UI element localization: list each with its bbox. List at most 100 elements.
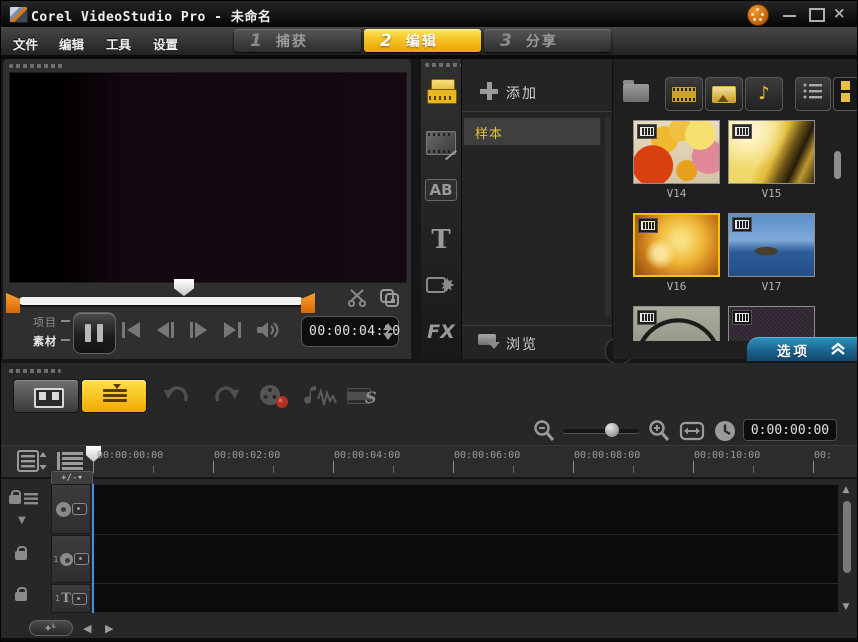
- graphics-icon[interactable]: [425, 273, 457, 303]
- minimize-button[interactable]: [783, 15, 796, 17]
- panel-grip[interactable]: [425, 63, 461, 67]
- zoom-out-button[interactable]: [532, 419, 556, 443]
- options-button[interactable]: 选项: [747, 337, 858, 361]
- app-icon: [9, 6, 28, 23]
- timeline-view-button[interactable]: [81, 379, 147, 413]
- zoom-in-button[interactable]: [647, 419, 671, 443]
- category-item-sample[interactable]: 样本: [463, 117, 601, 146]
- playhead-line[interactable]: [92, 484, 94, 613]
- video-preview: [9, 72, 407, 283]
- timeline-scrollbar-thumb[interactable]: [843, 501, 851, 573]
- import-folder-icon[interactable]: [623, 84, 649, 102]
- menu-tools[interactable]: 工具: [106, 34, 131, 53]
- scroll-right-button[interactable]: ▶: [105, 622, 113, 635]
- expand-tracks-icon[interactable]: ▼: [18, 515, 26, 526]
- panel-grip[interactable]: [9, 64, 63, 68]
- timeline-zoom-slider[interactable]: [563, 429, 639, 433]
- trim-start-handle[interactable]: [6, 293, 20, 313]
- timecode-up-icon[interactable]: [383, 323, 393, 330]
- project-mode-label[interactable]: 项目: [33, 314, 57, 330]
- menu-file[interactable]: 文件: [13, 34, 38, 53]
- media-library-icon[interactable]: [425, 77, 457, 105]
- clip-mode-label[interactable]: 素材: [33, 333, 57, 349]
- track-list-icon[interactable]: [57, 451, 83, 471]
- list-view-button[interactable]: [795, 77, 831, 111]
- timeline-tracks-area[interactable]: [91, 484, 839, 613]
- gallery-scrollbar[interactable]: [834, 151, 841, 179]
- filter-videos-button[interactable]: [665, 77, 703, 111]
- timeline-ruler[interactable]: 00:00:00:00 00:00:02:00 00:00:04:00 00:0…: [1, 445, 858, 479]
- clip-thumbnail-partial[interactable]: [633, 306, 720, 341]
- panel-grip[interactable]: [9, 369, 61, 373]
- transitions-icon[interactable]: AB: [425, 181, 457, 199]
- timeline-icon: [103, 389, 127, 403]
- video-track-button[interactable]: [51, 484, 91, 534]
- maximize-button[interactable]: [809, 8, 825, 22]
- tab-share[interactable]: 3 分享: [484, 29, 611, 52]
- timeline-section: S 0:00:00:00: [1, 363, 858, 642]
- step-forward-button[interactable]: [187, 318, 211, 342]
- list-view-icon: [803, 82, 823, 100]
- add-button[interactable]: 添加: [462, 73, 612, 112]
- pause-button[interactable]: [73, 312, 116, 354]
- filter-photos-button[interactable]: [705, 77, 743, 111]
- track-manager-icon[interactable]: [17, 449, 47, 473]
- filter-audio-button[interactable]: ♪: [745, 77, 783, 111]
- scroll-down-icon[interactable]: ▼: [839, 602, 853, 612]
- overlay-track-button[interactable]: 1: [51, 535, 91, 583]
- instant-project-icon[interactable]: [425, 131, 457, 155]
- scroll-left-button[interactable]: ◀: [83, 622, 91, 635]
- add-chapter-button[interactable]: +ᴸ: [29, 620, 73, 636]
- video-badge-icon: [732, 124, 752, 139]
- browse-arrow-icon: [488, 342, 500, 349]
- timeline-timecode[interactable]: 0:00:00:00: [743, 419, 837, 441]
- scrubber-marker[interactable]: [174, 279, 194, 296]
- menu-edit[interactable]: 编辑: [59, 34, 84, 53]
- timecode-down-icon[interactable]: [383, 333, 393, 340]
- duration-clock-icon[interactable]: [713, 419, 737, 443]
- step-back-button[interactable]: [153, 318, 177, 342]
- titles-icon[interactable]: T: [425, 225, 457, 255]
- record-capture-button[interactable]: [257, 383, 291, 411]
- clip-thumbnail-partial[interactable]: [728, 306, 815, 341]
- auto-music-button[interactable]: S: [345, 383, 377, 409]
- tab-edit[interactable]: 2 编辑: [364, 29, 481, 52]
- add-remove-track-button[interactable]: +/-▾: [51, 471, 93, 484]
- ripple-edit-all-toggle[interactable]: [9, 493, 38, 505]
- plus-icon: [480, 82, 498, 100]
- end-button[interactable]: [221, 318, 245, 342]
- menu-settings[interactable]: 设置: [153, 34, 178, 53]
- filters-icon[interactable]: FX: [425, 321, 457, 343]
- title-track-button[interactable]: 1 T: [51, 584, 91, 613]
- scrubber-track[interactable]: [19, 297, 303, 305]
- preview-timecode[interactable]: 00:00:04:20: [301, 316, 399, 347]
- video-badge-icon: [637, 310, 657, 325]
- track-visibility-icon: [72, 593, 87, 605]
- sound-mixer-button[interactable]: [303, 383, 339, 411]
- video-track-icon: [56, 502, 71, 517]
- clip-thumbnail-v15[interactable]: [728, 120, 815, 184]
- scroll-up-icon[interactable]: ▲: [839, 485, 853, 495]
- ripple-edit-title-toggle[interactable]: [15, 592, 27, 601]
- cut-icon[interactable]: [347, 288, 369, 308]
- redo-button[interactable]: [213, 383, 240, 409]
- enlarge-preview-icon[interactable]: [379, 288, 401, 308]
- close-button[interactable]: ×: [833, 4, 846, 22]
- ripple-edit-overlay-toggle[interactable]: [15, 551, 27, 560]
- volume-icon[interactable]: [255, 318, 283, 342]
- zoom-slider-thumb[interactable]: [605, 423, 619, 437]
- tab-capture[interactable]: 1 捕获: [234, 29, 361, 52]
- videostudio-reel-icon[interactable]: [747, 4, 769, 26]
- trim-end-handle[interactable]: [301, 293, 315, 313]
- storyboard-icon: [34, 388, 64, 408]
- category-scrollbar[interactable]: [605, 117, 610, 317]
- fit-project-icon[interactable]: [679, 419, 705, 443]
- clip-thumbnail-v14[interactable]: [633, 120, 720, 184]
- browse-button[interactable]: 浏览: [462, 325, 612, 360]
- thumbnail-view-button[interactable]: [833, 77, 858, 111]
- clip-thumbnail-v17[interactable]: [728, 213, 815, 277]
- clip-thumbnail-v16[interactable]: [633, 213, 720, 277]
- undo-button[interactable]: [163, 383, 190, 409]
- home-button[interactable]: [119, 318, 143, 342]
- storyboard-view-button[interactable]: [13, 379, 79, 413]
